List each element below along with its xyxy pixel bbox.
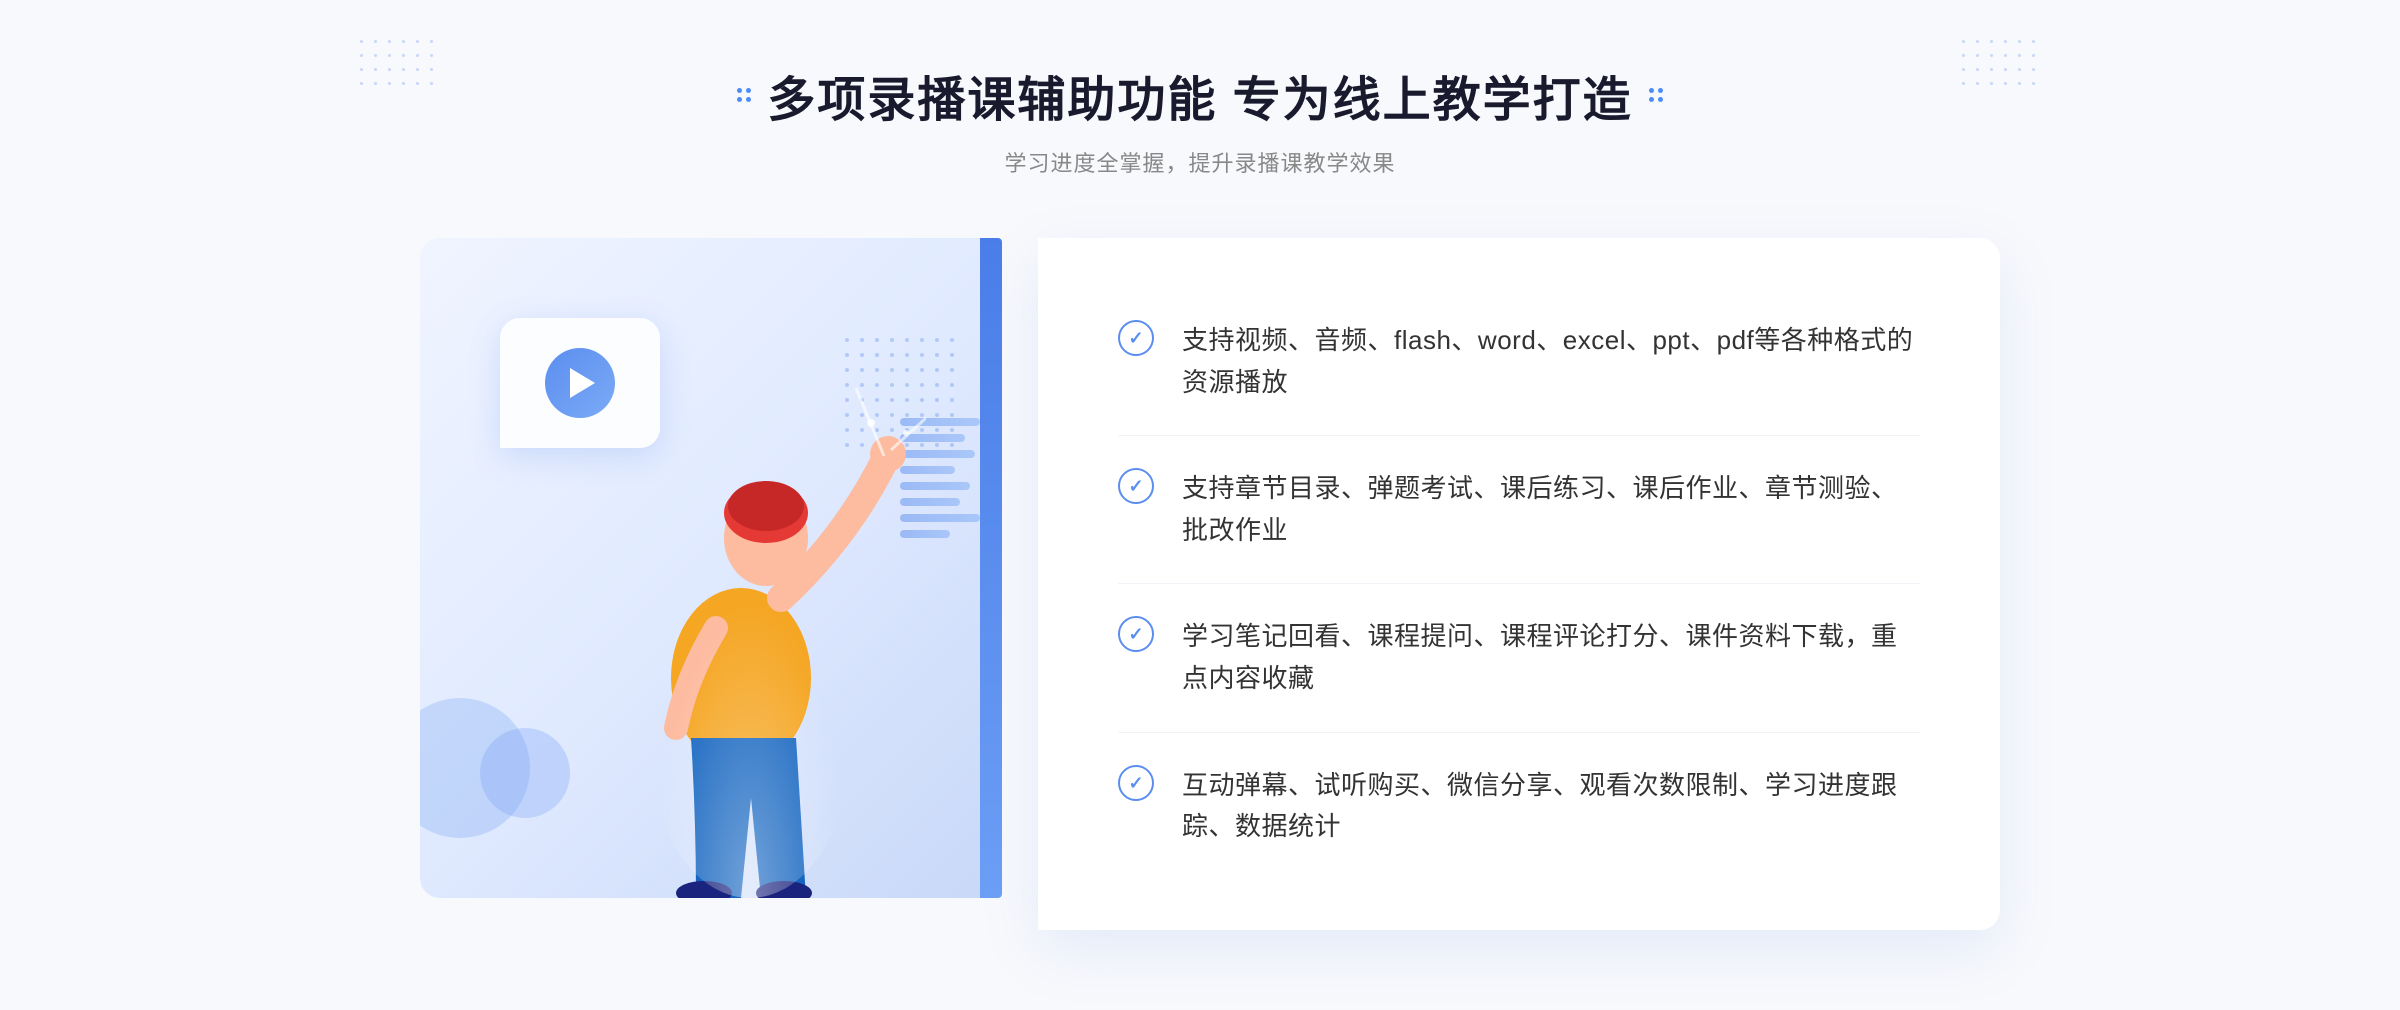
header-section: 多项录播课辅助功能 专为线上教学打造 学习进度全掌握，提升录播课教学效果 — [737, 60, 1662, 178]
check-mark-2: ✓ — [1128, 477, 1143, 495]
feature-text-2: 支持章节目录、弹题考试、课后练习、课后作业、章节测验、批改作业 — [1182, 468, 1920, 551]
content-area: ≫ — [400, 238, 2000, 930]
illustration-container — [400, 238, 1040, 930]
check-icon-3: ✓ — [1118, 616, 1154, 652]
feature-item-1: ✓ 支持视频、音频、flash、word、excel、ppt、pdf等各种格式的… — [1118, 288, 1920, 436]
page-title: 多项录播课辅助功能 专为线上教学打造 — [737, 60, 1662, 130]
feature-item-2: ✓ 支持章节目录、弹题考试、课后练习、课后作业、章节测验、批改作业 — [1118, 436, 1920, 584]
check-mark-4: ✓ — [1128, 774, 1143, 792]
feature-text-4: 互动弹幕、试听购买、微信分享、观看次数限制、学习进度跟踪、数据统计 — [1182, 765, 1920, 848]
check-icon-4: ✓ — [1118, 765, 1154, 801]
feature-item-3: ✓ 学习笔记回看、课程提问、课程评论打分、课件资料下载，重点内容收藏 — [1118, 584, 1920, 732]
illustration-background — [420, 238, 1000, 898]
blue-accent-bar — [980, 238, 1002, 898]
title-decorator-right — [1649, 88, 1663, 102]
check-icon-1: ✓ — [1118, 320, 1154, 356]
feature-text-3: 学习笔记回看、课程提问、课程评论打分、课件资料下载，重点内容收藏 — [1182, 616, 1920, 699]
sub-title-text: 学习进度全掌握，提升录播课教学效果 — [737, 146, 1662, 178]
page-wrapper: 多项录播课辅助功能 专为线上教学打造 学习进度全掌握，提升录播课教学效果 ≫ — [0, 0, 2400, 1010]
check-mark-1: ✓ — [1128, 329, 1143, 347]
title-decorator-left — [737, 88, 751, 102]
feature-text-1: 支持视频、音频、flash、word、excel、ppt、pdf等各种格式的资源… — [1182, 320, 1920, 403]
check-icon-2: ✓ — [1118, 468, 1154, 504]
illustration-circle-2 — [480, 728, 570, 818]
features-panel: ✓ 支持视频、音频、flash、word、excel、ppt、pdf等各种格式的… — [1038, 238, 2000, 930]
check-mark-3: ✓ — [1128, 625, 1143, 643]
dots-left-decoration — [360, 40, 438, 90]
feature-item-4: ✓ 互动弹幕、试听购买、微信分享、观看次数限制、学习进度跟踪、数据统计 — [1118, 733, 1920, 880]
dots-right-decoration — [1962, 40, 2040, 90]
main-title-text: 多项录播课辅助功能 专为线上教学打造 — [767, 60, 1632, 130]
